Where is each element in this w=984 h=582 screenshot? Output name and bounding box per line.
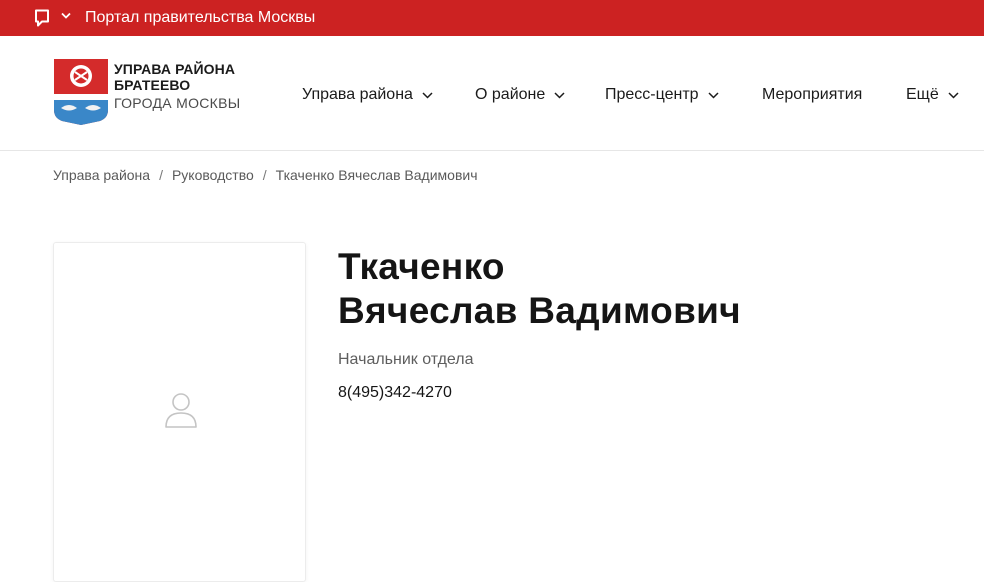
chevron-down-icon (948, 91, 959, 99)
chevron-down-icon (554, 91, 565, 99)
person-photo-card (53, 242, 306, 582)
breadcrumb-item[interactable]: Руководство (172, 167, 254, 183)
person-name: Ткаченко Вячеслав Вадимович (338, 245, 938, 333)
breadcrumb: Управа района / Руководство / Ткаченко Вячес… (53, 166, 478, 184)
nav-item-label: Мероприятия (762, 86, 863, 103)
person-surname: Ткаченко (338, 246, 505, 287)
portal-topbar: Портал правительства Москвы (0, 0, 984, 36)
nav-item-uprava[interactable]: Управа района (302, 85, 433, 105)
org-name-line1: УПРАВА РАЙОНА (114, 61, 236, 77)
chevron-down-icon (708, 91, 719, 99)
user-placeholder-icon (165, 393, 197, 428)
nav-item-press-center[interactable]: Пресс-центр (605, 85, 719, 105)
speech-bubble-icon[interactable] (34, 9, 50, 27)
org-name-line3: ГОРОДА МОСКВЫ (114, 95, 241, 111)
person-phone[interactable]: 8(495)342-4270 (338, 383, 452, 403)
person-given-names: Вячеслав Вадимович (338, 290, 741, 331)
nav-item-more[interactable]: Ещё (906, 85, 959, 105)
portal-link[interactable]: Портал правительства Москвы (85, 8, 315, 28)
breadcrumb-separator: / (262, 167, 267, 183)
nav-item-label: Пресс-центр (605, 86, 699, 103)
breadcrumb-current: Ткаченко Вячеслав Вадимович (275, 167, 478, 183)
site-header: УПРАВА РАЙОНА БРАТЕЕВО ГОРОДА МОСКВЫ Упр… (0, 36, 984, 151)
chevron-down-icon (422, 91, 433, 99)
district-emblem-icon[interactable] (53, 58, 109, 126)
breadcrumb-item[interactable]: Управа района (53, 167, 150, 183)
person-position: Начальник отдела (338, 351, 474, 368)
nav-item-label: Ещё (906, 86, 939, 103)
nav-item-label: Управа района (302, 86, 413, 103)
nav-item-o-raione[interactable]: О районе (475, 85, 565, 105)
breadcrumb-separator: / (159, 167, 163, 183)
nav-item-events[interactable]: Мероприятия (762, 85, 862, 105)
org-name[interactable]: УПРАВА РАЙОНА БРАТЕЕВО ГОРОДА МОСКВЫ (114, 61, 240, 111)
nav-item-label: О районе (475, 86, 546, 103)
chevron-down-icon[interactable] (61, 12, 71, 20)
org-name-line2: БРАТЕЕВО (114, 77, 191, 93)
